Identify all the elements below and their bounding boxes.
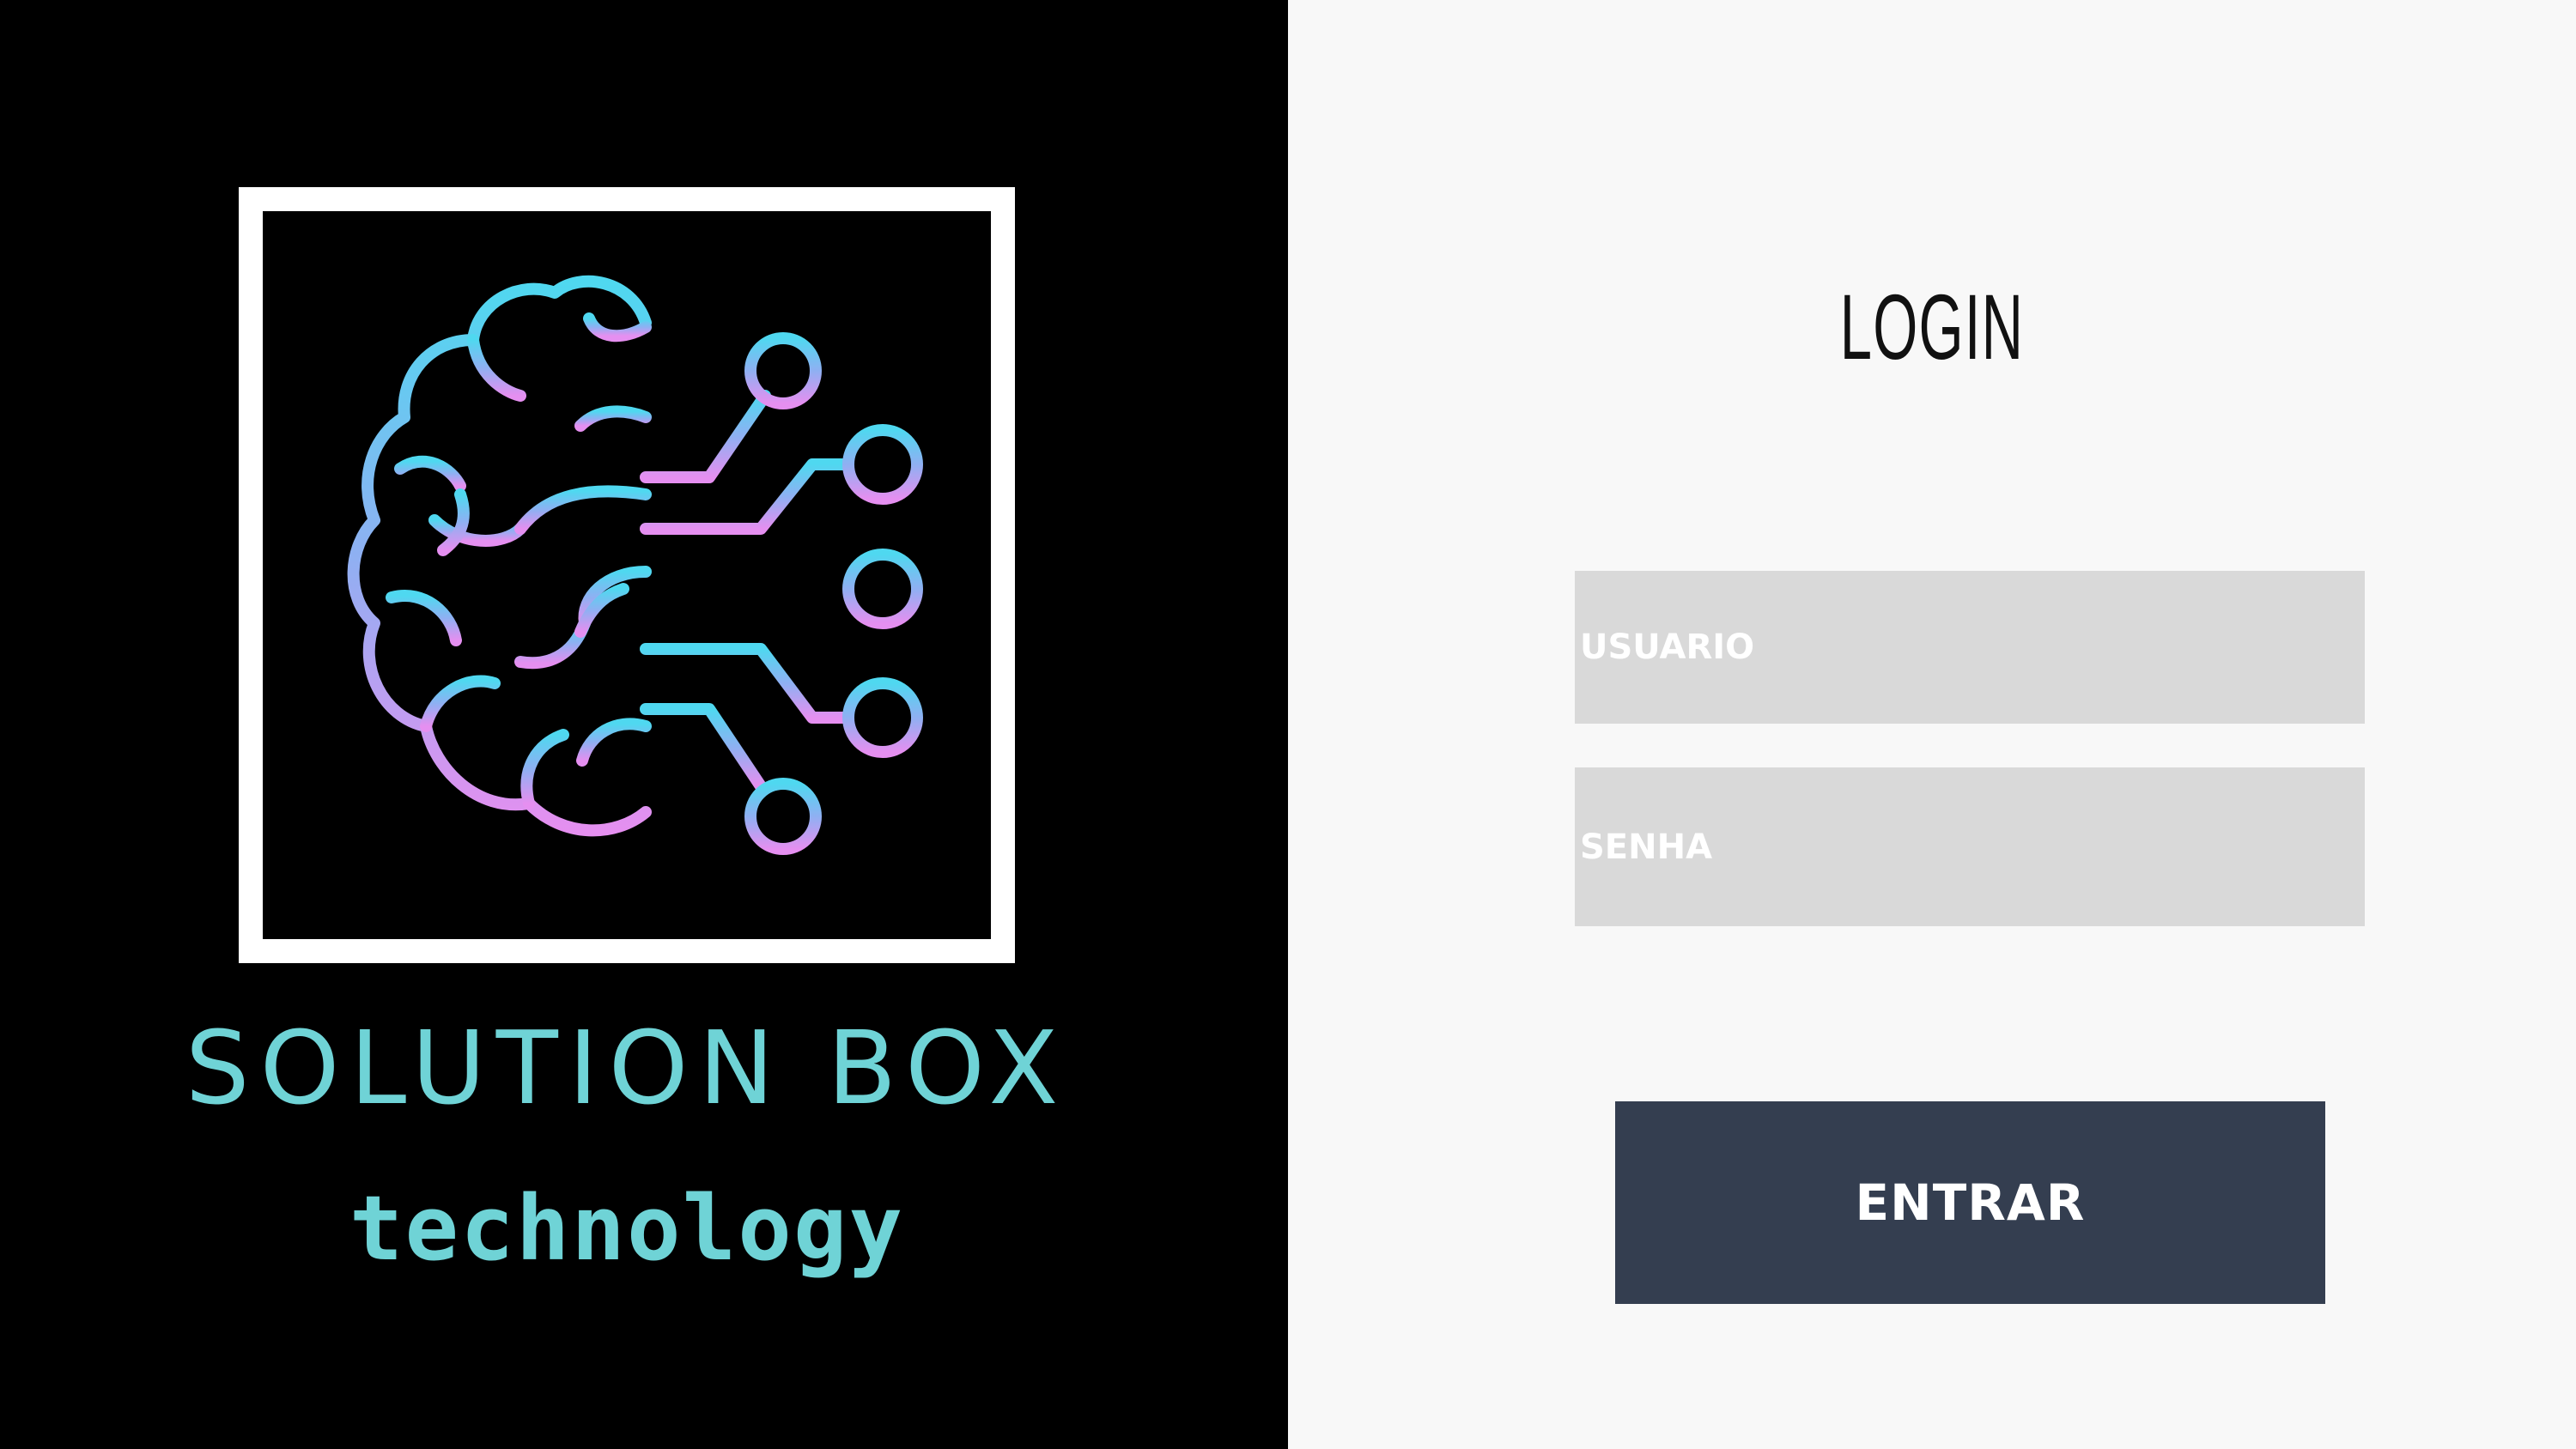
- login-panel: LOGIN ENTRAR: [1288, 0, 2576, 1449]
- username-input[interactable]: [1575, 571, 2365, 724]
- brand-name: SOLUTION BOX: [185, 1009, 1069, 1127]
- logo-frame: [239, 187, 1015, 963]
- brand-tagline: technology: [349, 1176, 905, 1281]
- login-title: LOGIN: [1839, 275, 2025, 379]
- password-input[interactable]: [1575, 767, 2365, 926]
- brand-panel: SOLUTION BOX technology: [0, 0, 1288, 1449]
- enter-button[interactable]: ENTRAR: [1615, 1101, 2325, 1304]
- login-screen: SOLUTION BOX technology LOGIN ENTRAR: [0, 0, 2576, 1449]
- brain-circuit-icon: [347, 226, 923, 939]
